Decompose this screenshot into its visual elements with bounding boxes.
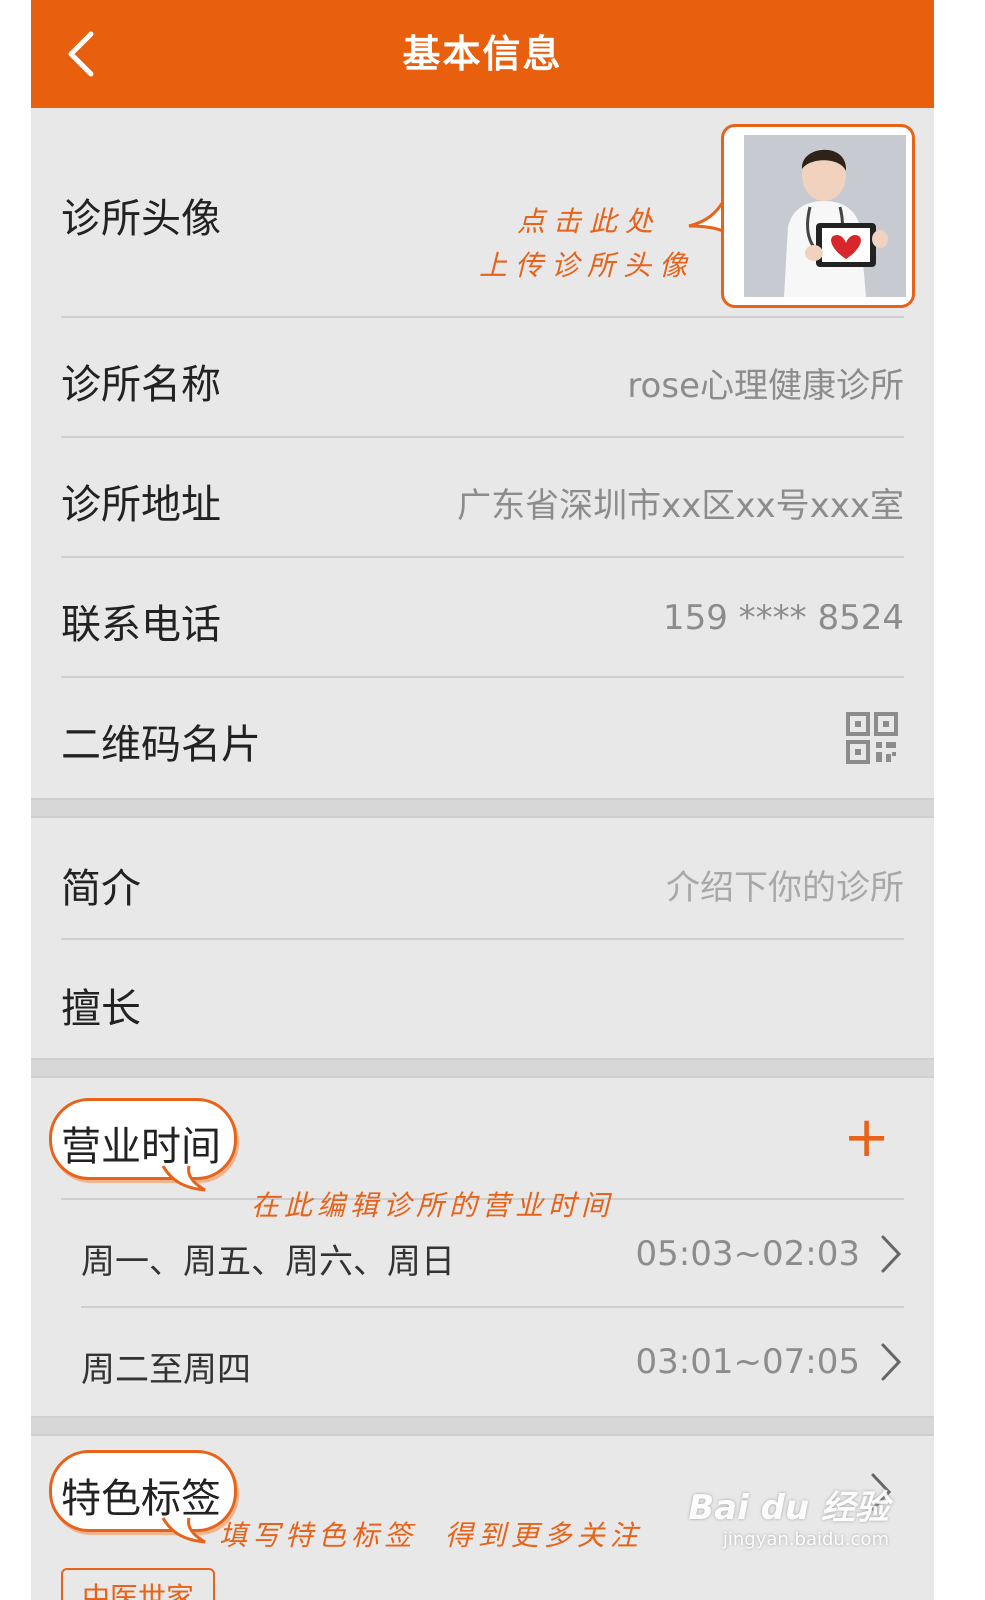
qrcode-card-label: 二维码名片	[61, 722, 261, 768]
watermark-url: jingyan.baidu.com	[722, 1529, 889, 1550]
chevron-right-icon	[881, 1343, 902, 1381]
clinic-name-value: rose心理健康诊所	[627, 366, 904, 406]
hours-time: 03:01~07:05	[635, 1342, 860, 1382]
section-gap	[31, 1058, 934, 1078]
clinic-name-label: 诊所名称	[61, 362, 221, 408]
intro-placeholder: 介绍下你的诊所	[666, 868, 904, 908]
navigation-bar: 基本信息	[31, 0, 934, 108]
contact-phone-value: 159 **** 8524	[662, 598, 904, 638]
hours-time: 05:03~02:03	[635, 1234, 860, 1274]
clinic-address-row[interactable]: 诊所地址 广东省深圳市xx区xx号xxx室	[31, 438, 934, 556]
contact-phone-label: 联系电话	[61, 602, 221, 648]
baidu-watermark: Bai du 经验 jingyan.baidu.com	[688, 1480, 889, 1550]
avatar-upload-button[interactable]	[721, 124, 915, 308]
avatar-hint-line1: 点击此处	[517, 205, 662, 238]
hours-item[interactable]: 周二至周四 03:01~07:05	[31, 1308, 934, 1414]
tags-hint: 填写特色标签 得到更多关注	[219, 1519, 643, 1552]
add-hours-button[interactable]: +	[843, 1098, 890, 1178]
clinic-address-label: 诊所地址	[61, 482, 221, 528]
avatar-hint-line2: 上传诊所头像	[479, 249, 696, 282]
intro-row[interactable]: 简介 介绍下你的诊所	[31, 818, 934, 936]
avatar-image	[744, 135, 906, 297]
clinic-address-value: 广东省深圳市xx区xx号xxx室	[457, 486, 904, 526]
hours-item[interactable]: 周一、周五、周六、周日 05:03~02:03	[31, 1200, 934, 1306]
qrcode-icon[interactable]	[846, 712, 898, 764]
business-hours-header: 营业时间 +	[31, 1078, 934, 1198]
section-gap	[31, 1416, 934, 1436]
qrcode-card-row[interactable]: 二维码名片	[31, 678, 934, 796]
specialty-label: 擅长	[61, 986, 141, 1032]
clinic-name-row[interactable]: 诊所名称 rose心理健康诊所	[31, 318, 934, 436]
section-gap	[31, 798, 934, 818]
avatar-label: 诊所头像	[61, 196, 221, 242]
doctor-photo-icon	[744, 135, 906, 297]
chevron-right-icon	[881, 1235, 902, 1273]
contact-phone-row[interactable]: 联系电话 159 **** 8524	[31, 558, 934, 676]
watermark-logo: Bai du 经验	[688, 1488, 889, 1528]
feature-tags-label: 特色标签	[61, 1476, 221, 1522]
hours-days: 周一、周五、周六、周日	[81, 1242, 455, 1282]
phone-screen: 基本信息 诊所头像 点击此处 上传诊所头像 诊所名称 rose心理健康诊所 诊所…	[31, 0, 934, 1600]
specialty-row[interactable]: 擅长	[31, 940, 934, 1058]
feature-tag-chip[interactable]: 中医世家	[61, 1568, 215, 1600]
intro-label: 简介	[61, 866, 141, 912]
page-title: 基本信息	[402, 32, 563, 76]
hours-days: 周二至周四	[81, 1350, 251, 1390]
business-hours-label: 营业时间	[61, 1124, 221, 1170]
